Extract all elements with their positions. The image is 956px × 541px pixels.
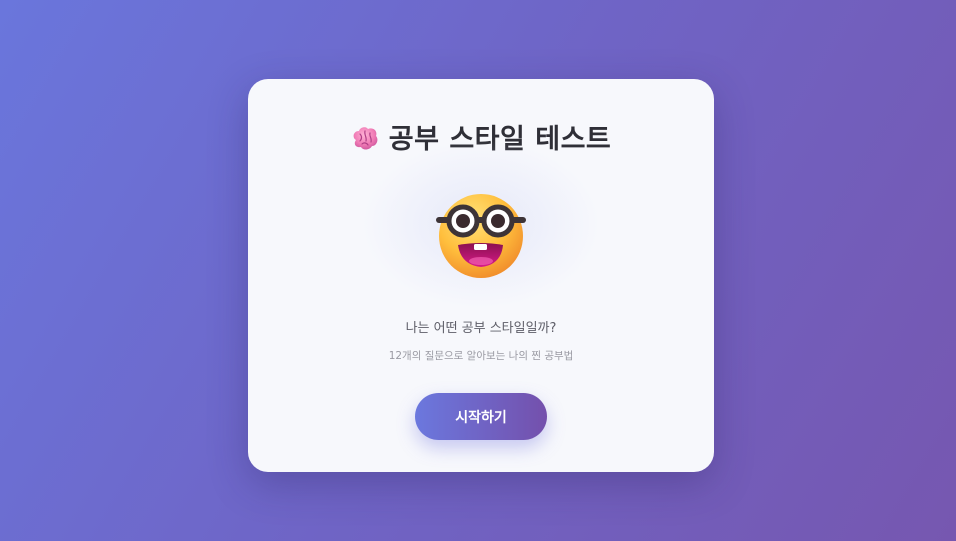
start-card: 공부 스타일 테스트 <box>248 79 714 472</box>
subtitle: 나는 어떤 공부 스타일일까? <box>405 321 557 336</box>
description: 12개의 질문으로 알아보는 나의 찐 공부법 <box>388 350 574 362</box>
brain-icon <box>351 126 379 159</box>
start-button[interactable]: 시작하기 <box>415 393 547 440</box>
nerd-face-icon <box>431 183 531 283</box>
